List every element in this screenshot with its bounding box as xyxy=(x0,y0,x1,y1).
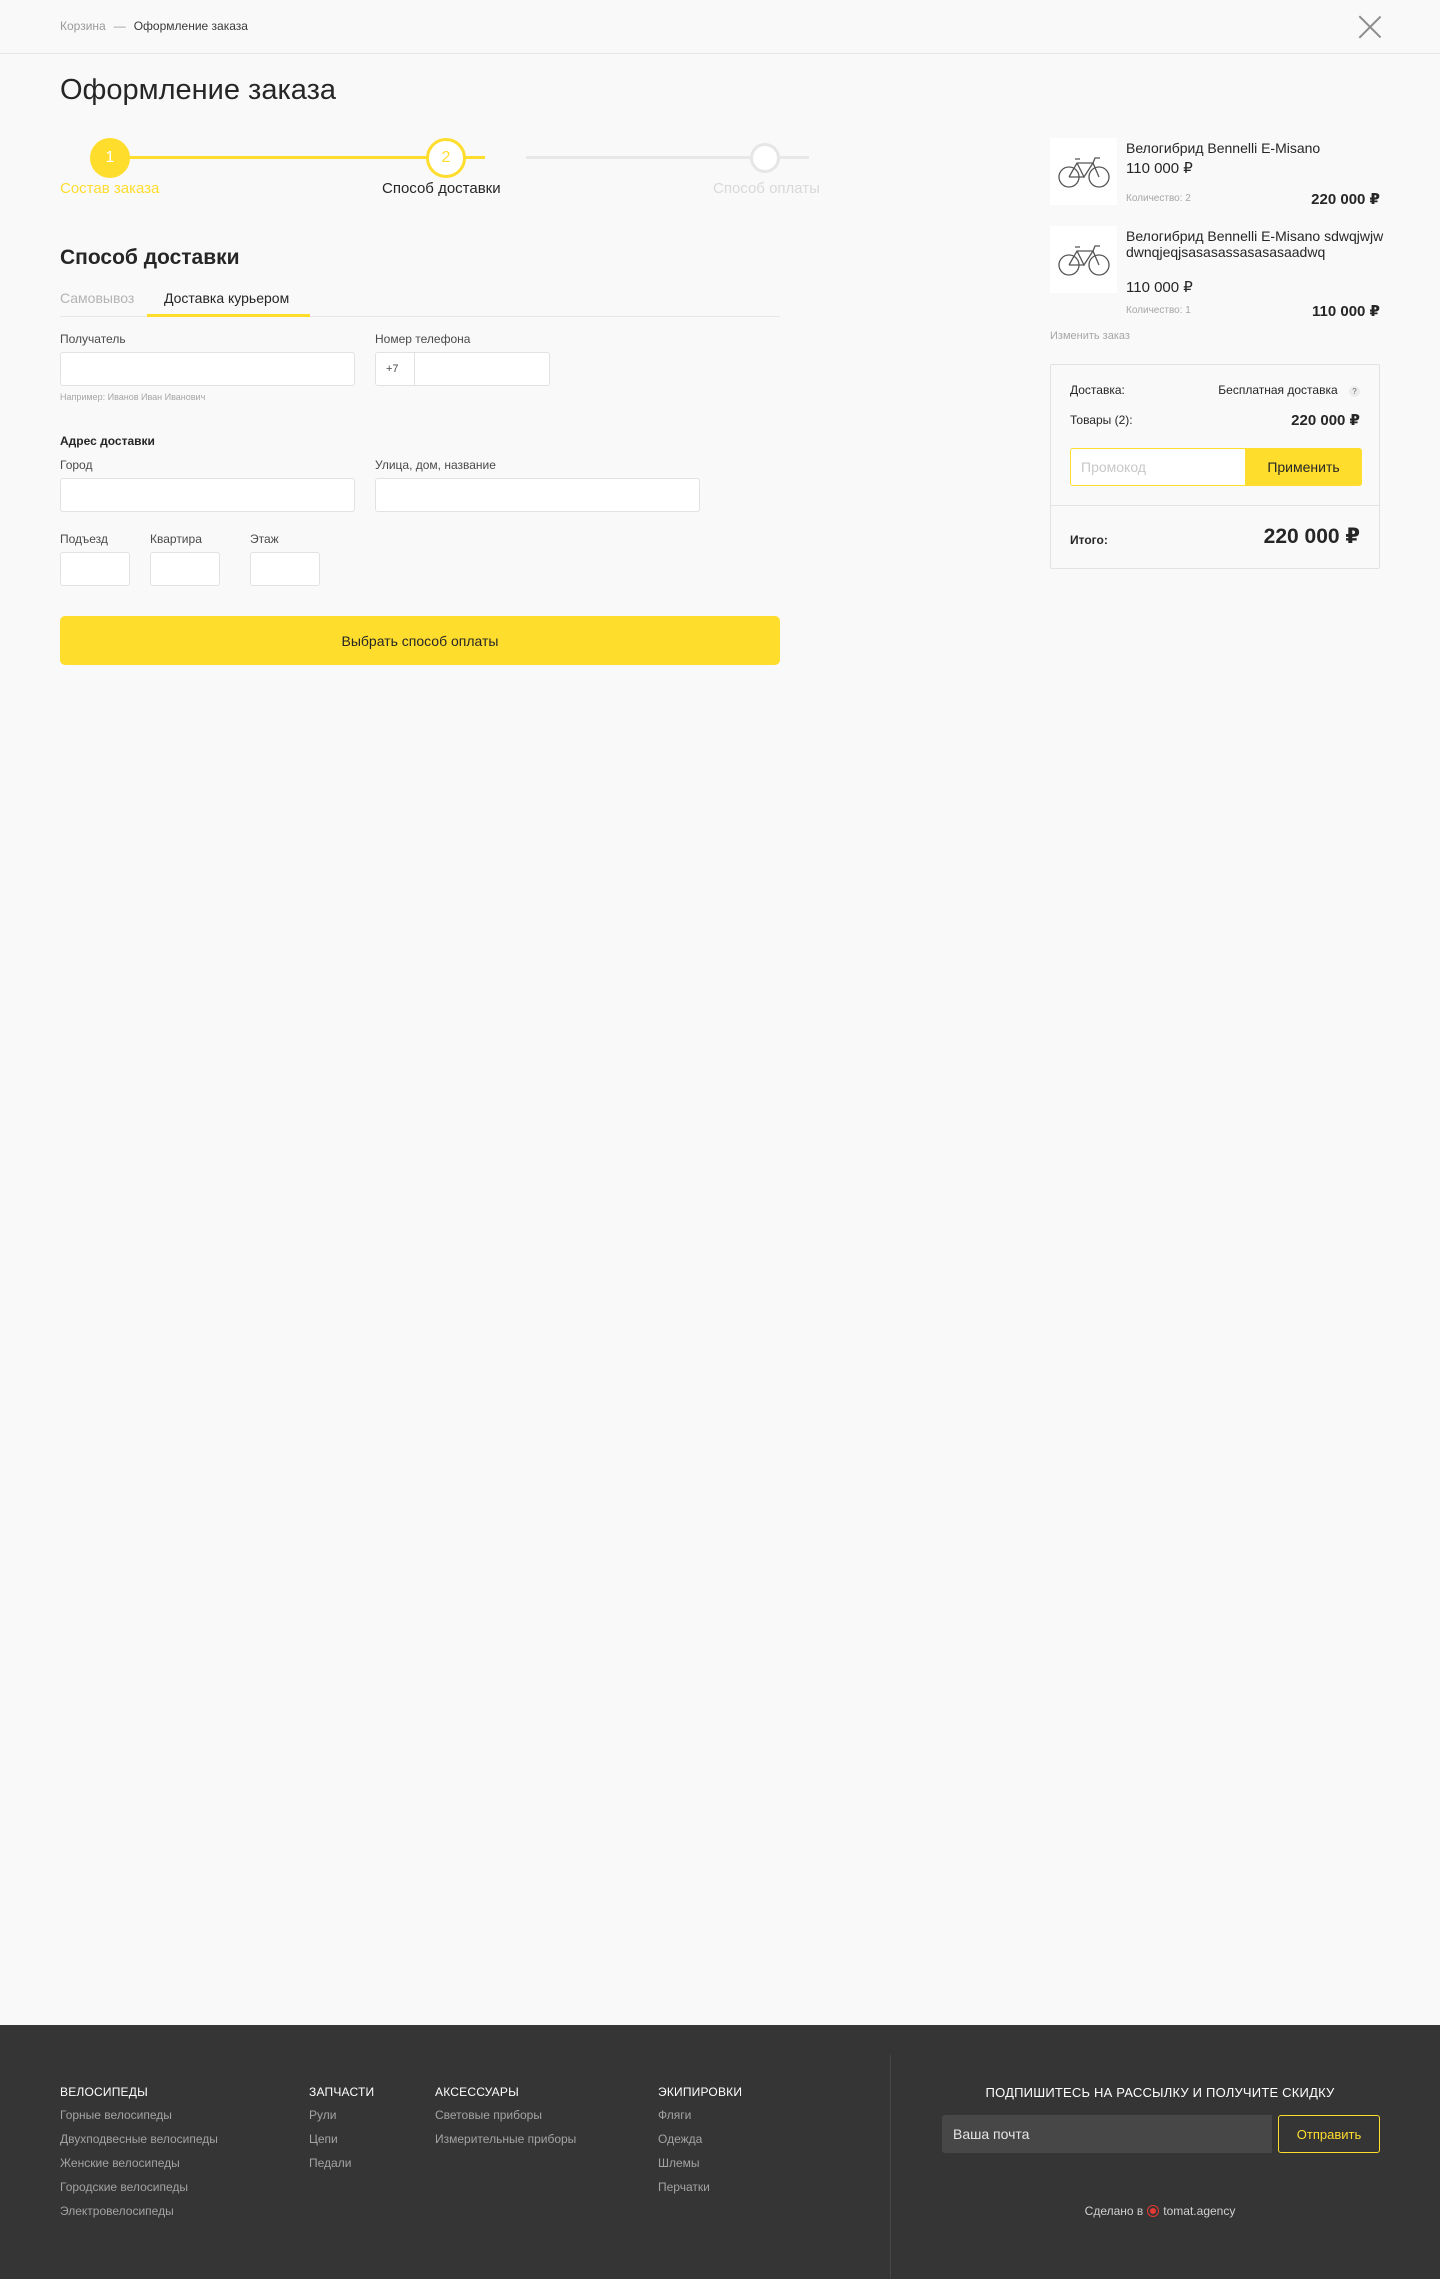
subscribe-title: ПОДПИШИТЕСЬ НА РАССЫЛКУ И ПОЛУЧИТЕ СКИДК… xyxy=(985,2085,1335,2100)
step-1-circle[interactable]: 1 xyxy=(90,138,130,178)
footer-column-title[interactable]: ЗАПЧАСТИ xyxy=(309,2085,374,2099)
step-2-circle: 2 xyxy=(426,138,466,178)
subscribe-button[interactable]: Отправить xyxy=(1278,2115,1380,2153)
checkout-stepper: 1 2 Состав заказа Способ доставки Способ… xyxy=(60,138,820,200)
site-footer: ВЕЛОСИПЕДЫ Горные велосипеды Двухподвесн… xyxy=(0,2025,1440,2279)
recipient-label: Получатель xyxy=(60,332,126,346)
step-2-label: Способ доставки xyxy=(382,180,501,197)
footer-link[interactable]: Рули xyxy=(309,2108,374,2122)
breadcrumb: Корзина — Оформление заказа xyxy=(60,19,248,33)
top-bar: Корзина — Оформление заказа xyxy=(0,0,1440,54)
apply-promo-button[interactable]: Применить xyxy=(1245,448,1362,486)
breadcrumb-link-cart[interactable]: Корзина xyxy=(60,19,106,33)
subscribe-email-input[interactable] xyxy=(942,2115,1272,2153)
close-icon[interactable] xyxy=(1358,15,1382,39)
promo-code-input[interactable] xyxy=(1071,449,1244,485)
bicycle-icon[interactable] xyxy=(1050,226,1117,293)
step-3-label: Способ оплаты xyxy=(713,180,820,197)
recipient-input[interactable] xyxy=(60,352,355,386)
cart-item-price: 110 000 ₽ xyxy=(1126,160,1193,177)
footer-link[interactable]: Педали xyxy=(309,2156,374,2170)
phone-label: Номер телефона xyxy=(375,332,471,346)
cart-item: Велогибрид Bennelli E-Misano 110 000 ₽ К… xyxy=(1050,138,1380,218)
footer-column-accessories: АКСЕССУАРЫ Световые приборы Измерительны… xyxy=(435,2085,576,2156)
total-label: Итого: xyxy=(1070,533,1108,547)
step-3-circle xyxy=(750,143,780,173)
goods-summary-row: Товары (2): 220 000 ₽ xyxy=(1070,411,1360,429)
footer-column-title[interactable]: ЭКИПИРОВКИ xyxy=(658,2085,742,2099)
recipient-hint: Например: Иванов Иван Иванович xyxy=(60,392,206,402)
entrance-input[interactable] xyxy=(60,552,130,586)
footer-column-title[interactable]: АКСЕССУАРЫ xyxy=(435,2085,576,2099)
footer-link[interactable]: Измерительные приборы xyxy=(435,2132,576,2146)
tab-pickup[interactable]: Самовывоз xyxy=(60,290,134,306)
footer-link[interactable]: Горные велосипеды xyxy=(60,2108,218,2122)
footer-link[interactable]: Фляги xyxy=(658,2108,742,2122)
city-input[interactable] xyxy=(60,478,355,512)
delivery-tabs: Самовывоз Доставка курьером xyxy=(60,283,780,317)
cart-item-quantity: Количество: 2 xyxy=(1126,193,1191,204)
footer-link[interactable]: Шлемы xyxy=(658,2156,742,2170)
footer-link[interactable]: Электровелосипеды xyxy=(60,2204,218,2218)
floor-input[interactable] xyxy=(250,552,320,586)
summary-divider xyxy=(1051,505,1379,506)
active-tab-indicator xyxy=(147,314,310,317)
entrance-label: Подъезд xyxy=(60,532,108,546)
change-order-link[interactable]: Изменить заказ xyxy=(1050,330,1130,342)
apartment-input[interactable] xyxy=(150,552,220,586)
cart-item-price: 110 000 ₽ xyxy=(1126,279,1193,296)
agency-link[interactable]: tomat.agency xyxy=(1163,2204,1235,2218)
footer-column-parts: ЗАПЧАСТИ Рули Цепи Педали xyxy=(309,2085,374,2180)
made-by-prefix: Сделано в xyxy=(1084,2204,1144,2218)
bicycle-icon[interactable] xyxy=(1050,138,1117,205)
footer-link[interactable]: Световые приборы xyxy=(435,2108,576,2122)
tomat-logo-icon xyxy=(1147,2205,1160,2217)
choose-payment-button[interactable]: Выбрать способ оплаты xyxy=(60,616,780,665)
address-section-title: Адрес доставки xyxy=(60,434,155,448)
footer-link[interactable]: Двухподвесные велосипеды xyxy=(60,2132,218,2146)
footer-column-equipment: ЭКИПИРОВКИ Фляги Одежда Шлемы Перчатки xyxy=(658,2085,742,2204)
made-by: Сделано в tomat.agency xyxy=(940,2204,1380,2218)
breadcrumb-current: Оформление заказа xyxy=(133,19,248,33)
apartment-label: Квартира xyxy=(150,532,202,546)
footer-divider xyxy=(890,2055,891,2279)
footer-column-title[interactable]: ВЕЛОСИПЕДЫ xyxy=(60,2085,218,2099)
step-1-label[interactable]: Состав заказа xyxy=(60,180,159,197)
street-label: Улица, дом, название xyxy=(375,458,496,472)
help-icon[interactable]: ? xyxy=(1349,386,1360,397)
total-value: 220 000 ₽ xyxy=(1263,525,1360,548)
page-title: Оформление заказа xyxy=(60,74,337,106)
delivery-section-title: Способ доставки xyxy=(60,246,240,269)
goods-summary-value: 220 000 ₽ xyxy=(1291,412,1360,429)
phone-country-code: +7 xyxy=(375,352,414,386)
order-summary: Доставка: Бесплатная доставка ? Товары (… xyxy=(1050,364,1380,569)
cart-item-total: 110 000 ₽ xyxy=(1312,303,1380,320)
promo-form: Применить xyxy=(1070,448,1362,486)
footer-link[interactable]: Городские велосипеды xyxy=(60,2180,218,2194)
footer-link[interactable]: Перчатки xyxy=(658,2180,742,2194)
footer-column-bicycles: ВЕЛОСИПЕДЫ Горные велосипеды Двухподвесн… xyxy=(60,2085,218,2228)
cart-item: Велогибрид Bennelli E-Misano sdwqjwjwdwn… xyxy=(1050,226,1383,322)
cart-item-name[interactable]: Велогибрид Bennelli E-Misano sdwqjwjwdwn… xyxy=(1126,228,1384,260)
delivery-summary-row: Доставка: Бесплатная доставка ? xyxy=(1070,383,1360,397)
footer-link[interactable]: Цепи xyxy=(309,2132,374,2146)
tab-courier[interactable]: Доставка курьером xyxy=(164,290,289,306)
footer-link[interactable]: Женские велосипеды xyxy=(60,2156,218,2170)
phone-input[interactable] xyxy=(414,352,550,386)
cart-item-name[interactable]: Велогибрид Bennelli E-Misano xyxy=(1126,140,1384,156)
floor-label: Этаж xyxy=(250,532,279,546)
city-label: Город xyxy=(60,458,93,472)
delivery-summary-value: Бесплатная доставка xyxy=(1218,383,1338,397)
breadcrumb-separator: — xyxy=(113,19,126,33)
cart-item-total: 220 000 ₽ xyxy=(1311,191,1380,208)
footer-link[interactable]: Одежда xyxy=(658,2132,742,2146)
street-input[interactable] xyxy=(375,478,700,512)
cart-item-quantity: Количество: 1 xyxy=(1126,305,1191,316)
delivery-summary-label: Доставка: xyxy=(1070,383,1125,397)
goods-summary-label: Товары (2): xyxy=(1070,413,1133,427)
